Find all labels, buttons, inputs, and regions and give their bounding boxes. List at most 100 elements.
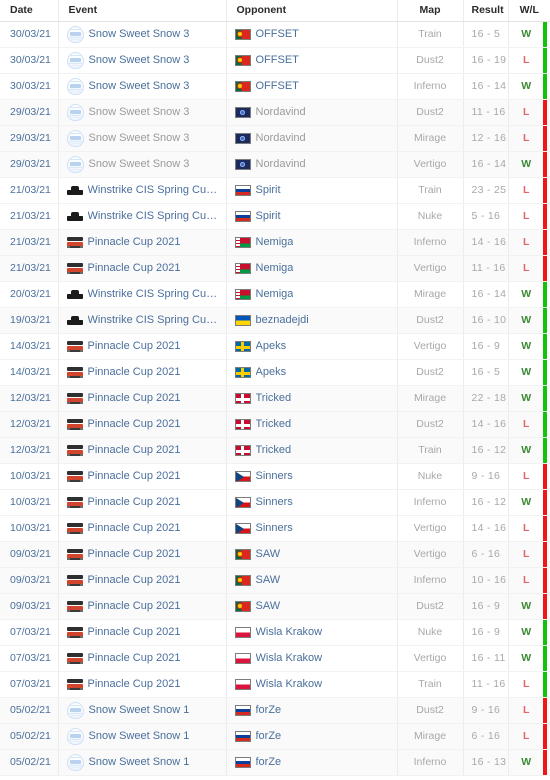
cell-event[interactable]: Winstrike CIS Spring Cup 20... — [58, 306, 227, 334]
cell-event[interactable]: Pinnacle Cup 2021 — [58, 384, 227, 412]
cell-opponent[interactable]: Spirit — [226, 203, 398, 230]
table-row[interactable]: 29/03/21 Snow Sweet Snow 3 Nordavind Mirage… — [0, 125, 550, 152]
cell-date[interactable]: 29/03/21 — [0, 98, 59, 126]
cell-event[interactable]: Pinnacle Cup 2021 — [58, 411, 227, 438]
table-row[interactable]: 21/03/21 Winstrike CIS Spring Cup 20... Sp… — [0, 176, 550, 204]
cell-event[interactable]: Snow Sweet Snow 3 — [58, 151, 227, 178]
cell-date[interactable]: 29/03/21 — [0, 125, 59, 152]
cell-event[interactable]: Pinnacle Cup 2021 — [58, 645, 227, 672]
table-row[interactable]: 07/03/21 Pinnacle Cup 2021 Wisla Krakow Tra… — [0, 671, 550, 698]
cell-opponent[interactable]: OFFSET — [226, 20, 398, 48]
cell-event[interactable]: Snow Sweet Snow 3 — [58, 98, 227, 126]
cell-date[interactable]: 21/03/21 — [0, 255, 59, 282]
column-header-map[interactable]: Map — [397, 0, 464, 22]
table-row[interactable]: 09/03/21 Pinnacle Cup 2021 SAW Dust2 16 - 9W — [0, 593, 550, 620]
cell-date[interactable]: 21/03/21 — [0, 228, 59, 256]
table-row[interactable]: 19/03/21 Winstrike CIS Spring Cup 20... be… — [0, 306, 550, 334]
cell-date[interactable]: 30/03/21 — [0, 20, 59, 48]
cell-date[interactable]: 05/02/21 — [0, 696, 59, 724]
cell-event[interactable]: Pinnacle Cup 2021 — [58, 437, 227, 464]
table-row[interactable]: 09/03/21 Pinnacle Cup 2021 SAW Inferno 10 - … — [0, 567, 550, 594]
cell-event[interactable]: Snow Sweet Snow 3 — [58, 20, 227, 48]
cell-date[interactable]: 14/03/21 — [0, 332, 59, 360]
cell-opponent[interactable]: Sinners — [226, 462, 398, 490]
table-row[interactable]: 21/03/21 Winstrike CIS Spring Cup 20... Sp… — [0, 203, 550, 230]
cell-opponent[interactable]: Nordavind — [226, 151, 398, 178]
cell-event[interactable]: Snow Sweet Snow 1 — [58, 723, 227, 750]
cell-date[interactable]: 05/02/21 — [0, 749, 59, 776]
cell-opponent[interactable]: Sinners — [226, 489, 398, 516]
cell-date[interactable]: 29/03/21 — [0, 151, 59, 178]
table-row[interactable]: 10/03/21 Pinnacle Cup 2021 Sinners Nuke 9 - … — [0, 462, 550, 490]
cell-opponent[interactable]: Wisla Krakow — [226, 645, 398, 672]
cell-event[interactable]: Pinnacle Cup 2021 — [58, 228, 227, 256]
cell-date[interactable]: 21/03/21 — [0, 176, 59, 204]
column-header-opponent[interactable]: Opponent — [226, 0, 398, 22]
cell-date[interactable]: 12/03/21 — [0, 384, 59, 412]
cell-date[interactable]: 30/03/21 — [0, 47, 59, 74]
cell-opponent[interactable]: Apeks — [226, 359, 398, 386]
cell-opponent[interactable]: Nordavind — [226, 98, 398, 126]
cell-opponent[interactable]: Apeks — [226, 332, 398, 360]
cell-event[interactable]: Winstrike CIS Spring Cup 20... — [58, 280, 227, 308]
cell-opponent[interactable]: forZe — [226, 696, 398, 724]
cell-date[interactable]: 10/03/21 — [0, 515, 59, 542]
cell-date[interactable]: 07/03/21 — [0, 671, 59, 698]
column-header-event[interactable]: Event — [58, 0, 227, 22]
cell-date[interactable]: 09/03/21 — [0, 540, 59, 568]
cell-date[interactable]: 10/03/21 — [0, 462, 59, 490]
table-row[interactable]: 30/03/21 Snow Sweet Snow 3 OFFSET Dust2 16 -… — [0, 47, 550, 74]
table-row[interactable]: 12/03/21 Pinnacle Cup 2021 Tricked Dust2 14 … — [0, 411, 550, 438]
cell-date[interactable]: 10/03/21 — [0, 489, 59, 516]
cell-opponent[interactable]: Nemiga — [226, 228, 398, 256]
cell-event[interactable]: Pinnacle Cup 2021 — [58, 618, 227, 646]
cell-date[interactable]: 07/03/21 — [0, 645, 59, 672]
cell-date[interactable]: 12/03/21 — [0, 411, 59, 438]
cell-event[interactable]: Pinnacle Cup 2021 — [58, 671, 227, 698]
cell-event[interactable]: Winstrike CIS Spring Cup 20... — [58, 176, 227, 204]
table-row[interactable]: 14/03/21 Pinnacle Cup 2021 Apeks Dust2 16 - … — [0, 359, 550, 386]
table-row[interactable]: 20/03/21 Winstrike CIS Spring Cup 20... Ne… — [0, 280, 550, 308]
cell-event[interactable]: Snow Sweet Snow 1 — [58, 749, 227, 776]
cell-date[interactable]: 19/03/21 — [0, 306, 59, 334]
column-header-result[interactable]: Result — [463, 0, 509, 22]
cell-date[interactable]: 14/03/21 — [0, 359, 59, 386]
cell-opponent[interactable]: Wisla Krakow — [226, 671, 398, 698]
cell-event[interactable]: Winstrike CIS Spring Cup 20... — [58, 203, 227, 230]
cell-date[interactable]: 05/02/21 — [0, 723, 59, 750]
cell-event[interactable]: Pinnacle Cup 2021 — [58, 462, 227, 490]
table-row[interactable]: 09/03/21 Pinnacle Cup 2021 SAW Vertigo 6 - 1… — [0, 540, 550, 568]
cell-event[interactable]: Snow Sweet Snow 3 — [58, 73, 227, 100]
cell-opponent[interactable]: SAW — [226, 593, 398, 620]
cell-opponent[interactable]: Wisla Krakow — [226, 618, 398, 646]
cell-opponent[interactable]: Tricked — [226, 437, 398, 464]
table-row[interactable]: 21/03/21 Pinnacle Cup 2021 Nemiga Inferno 14… — [0, 228, 550, 256]
table-row[interactable]: 12/03/21 Pinnacle Cup 2021 Tricked Train 16 … — [0, 437, 550, 464]
cell-opponent[interactable]: Tricked — [226, 384, 398, 412]
table-row[interactable]: 10/03/21 Pinnacle Cup 2021 Sinners Inferno 1… — [0, 489, 550, 516]
cell-date[interactable]: 20/03/21 — [0, 280, 59, 308]
table-row[interactable]: 07/03/21 Pinnacle Cup 2021 Wisla Krakow Nuk… — [0, 618, 550, 646]
cell-opponent[interactable]: Spirit — [226, 176, 398, 204]
table-row[interactable]: 30/03/21 Snow Sweet Snow 3 OFFSET Train 16 -… — [0, 20, 550, 48]
cell-opponent[interactable]: forZe — [226, 723, 398, 750]
cell-date[interactable]: 12/03/21 — [0, 437, 59, 464]
column-header-date[interactable]: Date — [0, 0, 59, 22]
cell-opponent[interactable]: SAW — [226, 567, 398, 594]
cell-event[interactable]: Snow Sweet Snow 3 — [58, 47, 227, 74]
cell-opponent[interactable]: forZe — [226, 749, 398, 776]
cell-date[interactable]: 09/03/21 — [0, 567, 59, 594]
table-row[interactable]: 07/03/21 Pinnacle Cup 2021 Wisla Krakow Ver… — [0, 645, 550, 672]
cell-opponent[interactable]: OFFSET — [226, 47, 398, 74]
table-row[interactable]: 05/02/21 Snow Sweet Snow 1 forZe Mirage 6 - … — [0, 723, 550, 750]
table-row[interactable]: 29/03/21 Snow Sweet Snow 3 Nordavind Vertig… — [0, 151, 550, 178]
table-row[interactable]: 05/02/21 Snow Sweet Snow 1 forZe Inferno 16 … — [0, 749, 550, 776]
table-row[interactable]: 21/03/21 Pinnacle Cup 2021 Nemiga Vertigo 11… — [0, 255, 550, 282]
cell-opponent[interactable]: Sinners — [226, 515, 398, 542]
cell-opponent[interactable]: OFFSET — [226, 73, 398, 100]
cell-opponent[interactable]: SAW — [226, 540, 398, 568]
cell-event[interactable]: Pinnacle Cup 2021 — [58, 332, 227, 360]
cell-event[interactable]: Pinnacle Cup 2021 — [58, 515, 227, 542]
cell-event[interactable]: Pinnacle Cup 2021 — [58, 359, 227, 386]
cell-opponent[interactable]: Tricked — [226, 411, 398, 438]
